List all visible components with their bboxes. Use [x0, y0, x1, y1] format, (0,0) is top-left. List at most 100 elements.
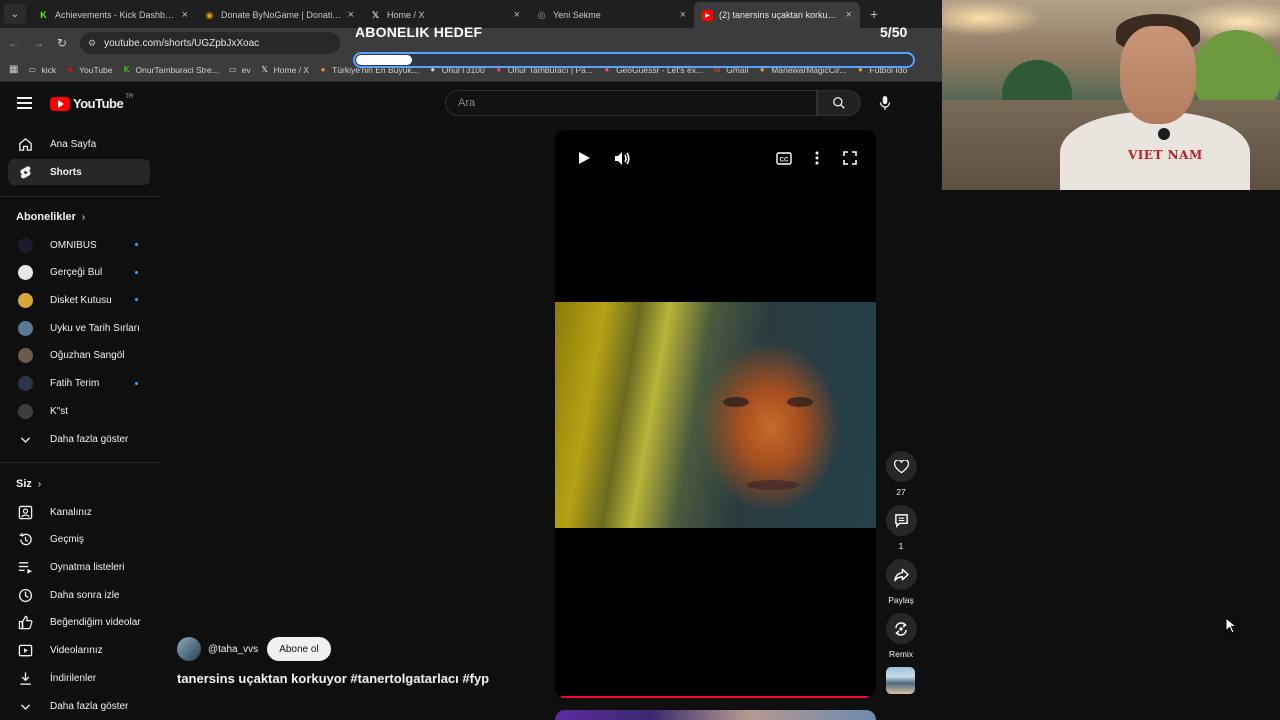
subscribe-button[interactable]: Abone ol — [267, 637, 331, 661]
new-tab-button[interactable]: + — [870, 6, 878, 22]
shirt-text: VIET NAM — [1128, 148, 1203, 162]
tab-title: Home / X — [387, 10, 425, 20]
video-progress-bar[interactable] — [561, 696, 870, 698]
close-icon[interactable]: × — [846, 9, 852, 21]
sidebar-subscription[interactable]: OMNIBUS — [8, 232, 150, 258]
sidebar-item-clock-label: Daha sonra izle — [50, 589, 120, 601]
sidebar-subscription[interactable]: K"st — [8, 398, 150, 424]
comment-icon — [894, 514, 908, 528]
fullscreen-button[interactable] — [840, 148, 860, 168]
sidebar-item-videos[interactable]: Videolarınız — [8, 638, 150, 664]
subscription-label: K"st — [50, 405, 68, 417]
sidebar-item-home-label: Ana Sayfa — [50, 138, 97, 150]
show-more-you[interactable]: Daha fazla göster — [8, 693, 150, 719]
sidebar-item-like[interactable]: Beğendiğim videolar — [8, 610, 150, 636]
sidebar-item-history-label: Geçmiş — [50, 534, 84, 546]
like-icon — [18, 615, 33, 630]
sidebar-item-shorts-label: Shorts — [50, 166, 82, 178]
sidebar-subscription[interactable]: Uyku ve Tarih Sırları — [8, 315, 150, 341]
search-button[interactable] — [817, 90, 861, 116]
apps-icon[interactable]: ▦ — [9, 64, 18, 75]
comment-count: 1 — [898, 541, 904, 551]
avatar — [18, 292, 33, 308]
close-icon[interactable]: × — [680, 9, 686, 21]
sidebar-subscription[interactable]: Oğuzhan Sangöl — [8, 343, 150, 369]
avatar — [18, 265, 33, 281]
browser-tab[interactable]: ▶ (2) tanersins uçaktan korkuyor × — [694, 2, 860, 28]
avatar — [18, 403, 33, 419]
sidebar-item-history[interactable]: Geçmiş — [8, 527, 150, 553]
audio-thumbnail[interactable] — [886, 667, 915, 694]
volume-button[interactable] — [612, 148, 632, 168]
search-input[interactable]: Ara — [445, 90, 817, 116]
bookmark-item[interactable]: ▭ kick — [27, 65, 56, 75]
shorts-player[interactable]: CC — [555, 130, 876, 698]
share-button[interactable] — [885, 559, 917, 590]
heart-icon — [893, 459, 909, 473]
address-bar[interactable]: ⚙ youtube.com/shorts/UGZpbJxXoac — [80, 32, 340, 54]
video-progress-fill — [561, 696, 867, 698]
sidebar-subscription[interactable]: Disket Kutusu — [8, 287, 150, 313]
bookmark-item[interactable]: ▭ ev — [228, 65, 251, 75]
bookmark-item[interactable]: K OnurTamburaci Stre... — [122, 65, 219, 75]
bookmark-label: ev — [241, 64, 251, 75]
sidebar-subscription[interactable]: Gerçeği Bul — [8, 260, 150, 286]
sidebar-item-shorts[interactable]: Shorts — [8, 159, 150, 185]
like-button[interactable] — [885, 451, 917, 482]
sidebar-item-playlist-label: Oynatma listeleri — [50, 561, 125, 573]
sidebar-item-playlist[interactable]: Oynatma listeleri — [8, 554, 150, 580]
captions-button[interactable]: CC — [774, 148, 794, 168]
comment-button[interactable] — [885, 505, 917, 536]
tab-title: (2) tanersins uçaktan korkuyor — [719, 10, 840, 20]
site-info-icon[interactable]: ⚙ — [88, 38, 96, 49]
play-button[interactable] — [574, 148, 594, 168]
tab-title: Achievements - Kick Dashboard — [55, 10, 176, 20]
sidebar-item-clock[interactable]: Daha sonra izle — [8, 582, 150, 608]
you-header[interactable]: Siz › — [16, 478, 41, 490]
youtube-logo[interactable]: YouTube TR — [50, 94, 133, 111]
youtube-header: YouTube TR Ara — [0, 84, 942, 124]
goal-target: 50 — [891, 24, 908, 40]
bookmark-label: YouTube — [79, 64, 113, 75]
sidebar-subscription[interactable]: Fatih Terim — [8, 371, 150, 397]
bookmark-item[interactable]: 𝕏 Home / X — [260, 65, 309, 75]
next-short-preview[interactable] — [555, 710, 876, 720]
browser-tab[interactable]: K Achievements - Kick Dashboard × — [30, 2, 196, 28]
more-options-button[interactable] — [807, 148, 827, 168]
svg-text:CC: CC — [780, 157, 789, 163]
sidebar-item-home[interactable]: Ana Sayfa — [8, 131, 150, 157]
show-more-subscriptions[interactable]: Daha fazla göster — [8, 426, 150, 452]
browser-tab[interactable]: ◉ Donate ByNoGame | Donations × — [196, 2, 362, 28]
clock-icon — [18, 588, 33, 603]
channel-icon — [18, 505, 33, 520]
close-icon[interactable]: × — [182, 9, 188, 21]
captions-icon: CC — [776, 151, 792, 165]
back-icon[interactable]: ← — [4, 36, 24, 50]
subscriptions-header[interactable]: Abonelikler › — [16, 211, 85, 223]
menu-icon[interactable] — [17, 97, 32, 109]
voice-search-button[interactable] — [871, 90, 899, 116]
channel-name[interactable]: @taha_vvs — [208, 644, 258, 655]
chevron-down-icon — [18, 699, 33, 714]
sidebar-item-download[interactable]: İndirilenler — [8, 665, 150, 691]
bookmark-item[interactable]: ● YouTube — [65, 64, 113, 75]
reload-icon[interactable]: ↻ — [52, 36, 72, 50]
remix-button[interactable] — [885, 613, 917, 644]
tab-title: Yeni Sekme — [553, 10, 601, 20]
youtube-icon: ● — [67, 65, 73, 74]
bookmark-label: Home / X — [273, 64, 310, 75]
close-icon[interactable]: × — [514, 9, 520, 21]
folder-icon: ▭ — [28, 65, 37, 74]
tab-search-button[interactable]: ⌄ — [4, 4, 26, 24]
x-icon: 𝕏 — [261, 65, 268, 74]
microphone-icon — [879, 96, 891, 110]
forward-icon[interactable]: → — [28, 36, 48, 50]
close-icon[interactable]: × — [348, 9, 354, 21]
subscription-goal-fill — [356, 55, 412, 65]
sidebar-item-channel[interactable]: Kanalınız — [8, 499, 150, 525]
channel-avatar[interactable] — [177, 637, 201, 661]
remix-label: Remix — [888, 649, 914, 659]
subscription-label: Disket Kutusu — [50, 294, 112, 306]
browser-tab[interactable]: ◎ Yeni Sekme × — [528, 2, 694, 28]
play-icon — [579, 152, 590, 164]
